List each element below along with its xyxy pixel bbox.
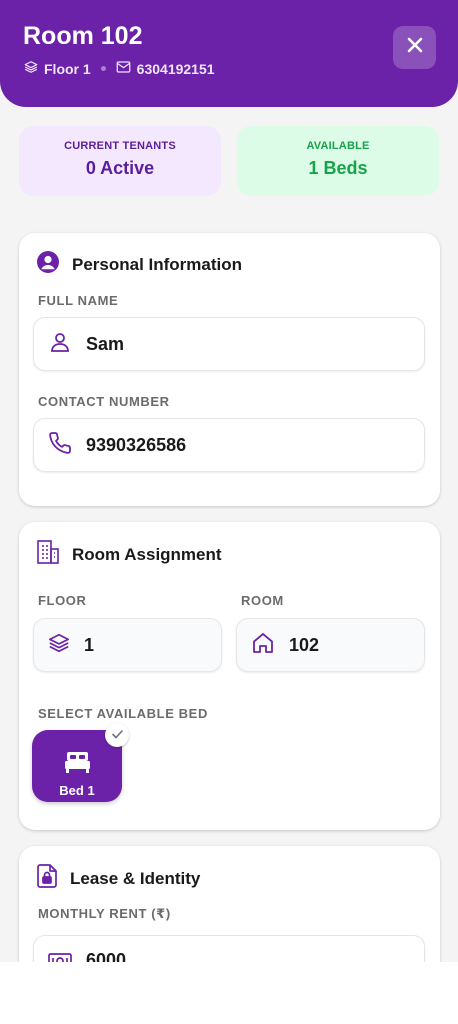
banknote-icon <box>48 952 72 962</box>
current-tenants-stat: CURRENT TENANTS 0 Active <box>19 126 221 196</box>
floor-label: FLOOR <box>38 593 87 608</box>
layers-icon <box>24 60 44 77</box>
available-value: 1 Beds <box>308 158 368 178</box>
room-label: ROOM <box>241 593 284 608</box>
select-bed-label: SELECT AVAILABLE BED <box>38 706 208 721</box>
phone-text: 6304192151 <box>136 60 215 77</box>
contact-number-label: CONTACT NUMBER <box>38 394 170 409</box>
lease-identity-title: Lease & Identity <box>36 863 200 894</box>
available-label: AVAILABLE <box>306 140 370 152</box>
full-name-input[interactable]: Sam <box>33 317 425 371</box>
lease-identity-card: Lease & Identity MONTHLY RENT (₹) 6000 <box>19 846 440 962</box>
user-icon <box>48 330 72 359</box>
floor-field[interactable]: 1 <box>33 618 222 672</box>
room-assignment-title: Room Assignment <box>36 539 222 570</box>
floor-value: 1 <box>84 634 95 655</box>
room-assignment-card: Room Assignment FLOOR ROOM 1 102 SELECT … <box>19 522 440 830</box>
room-assignment-heading: Room Assignment <box>72 544 222 564</box>
monthly-rent-input[interactable]: 6000 <box>33 935 425 962</box>
check-icon <box>111 726 123 744</box>
room-detail-screen: Room 102 Floor 1 6304192151 CURRENT TENA… <box>0 0 458 962</box>
room-subline: Floor 1 6304192151 <box>24 60 215 77</box>
layers-icon <box>48 632 70 659</box>
bed-option-label: Bed 1 <box>59 783 95 798</box>
contact-number-value: 9390326586 <box>86 434 187 455</box>
personal-info-title: Personal Information <box>36 250 242 279</box>
monthly-rent-label: MONTHLY RENT (₹) <box>38 906 171 921</box>
home-icon <box>251 631 275 660</box>
building-icon <box>36 539 72 570</box>
tenants-value: 0 Active <box>85 158 155 178</box>
full-name-label: FULL NAME <box>38 293 119 308</box>
personal-info-card: Personal Information FULL NAME Sam CONTA… <box>19 233 440 506</box>
personal-info-heading: Personal Information <box>72 254 243 274</box>
user-circle-icon <box>36 250 72 279</box>
room-title: Room 102 <box>23 22 143 50</box>
floor-text: Floor 1 <box>44 60 91 77</box>
available-beds-stat: AVAILABLE 1 Beds <box>237 126 439 196</box>
room-field[interactable]: 102 <box>236 618 425 672</box>
full-name-value: Sam <box>86 333 125 354</box>
bed-icon <box>64 750 91 779</box>
phone-icon <box>48 431 72 460</box>
contact-number-input[interactable]: 9390326586 <box>33 418 425 472</box>
close-icon <box>406 36 424 59</box>
mail-icon <box>116 60 137 77</box>
tenants-label: CURRENT TENANTS <box>64 140 176 152</box>
close-button[interactable] <box>393 26 436 69</box>
room-header: Room 102 Floor 1 6304192151 <box>0 0 458 107</box>
bed-selected-badge <box>105 723 129 747</box>
room-value: 102 <box>289 634 320 655</box>
file-lock-icon <box>36 863 70 894</box>
monthly-rent-value: 6000 <box>86 950 127 962</box>
separator-dot <box>100 66 106 71</box>
lease-identity-heading: Lease & Identity <box>70 868 201 888</box>
